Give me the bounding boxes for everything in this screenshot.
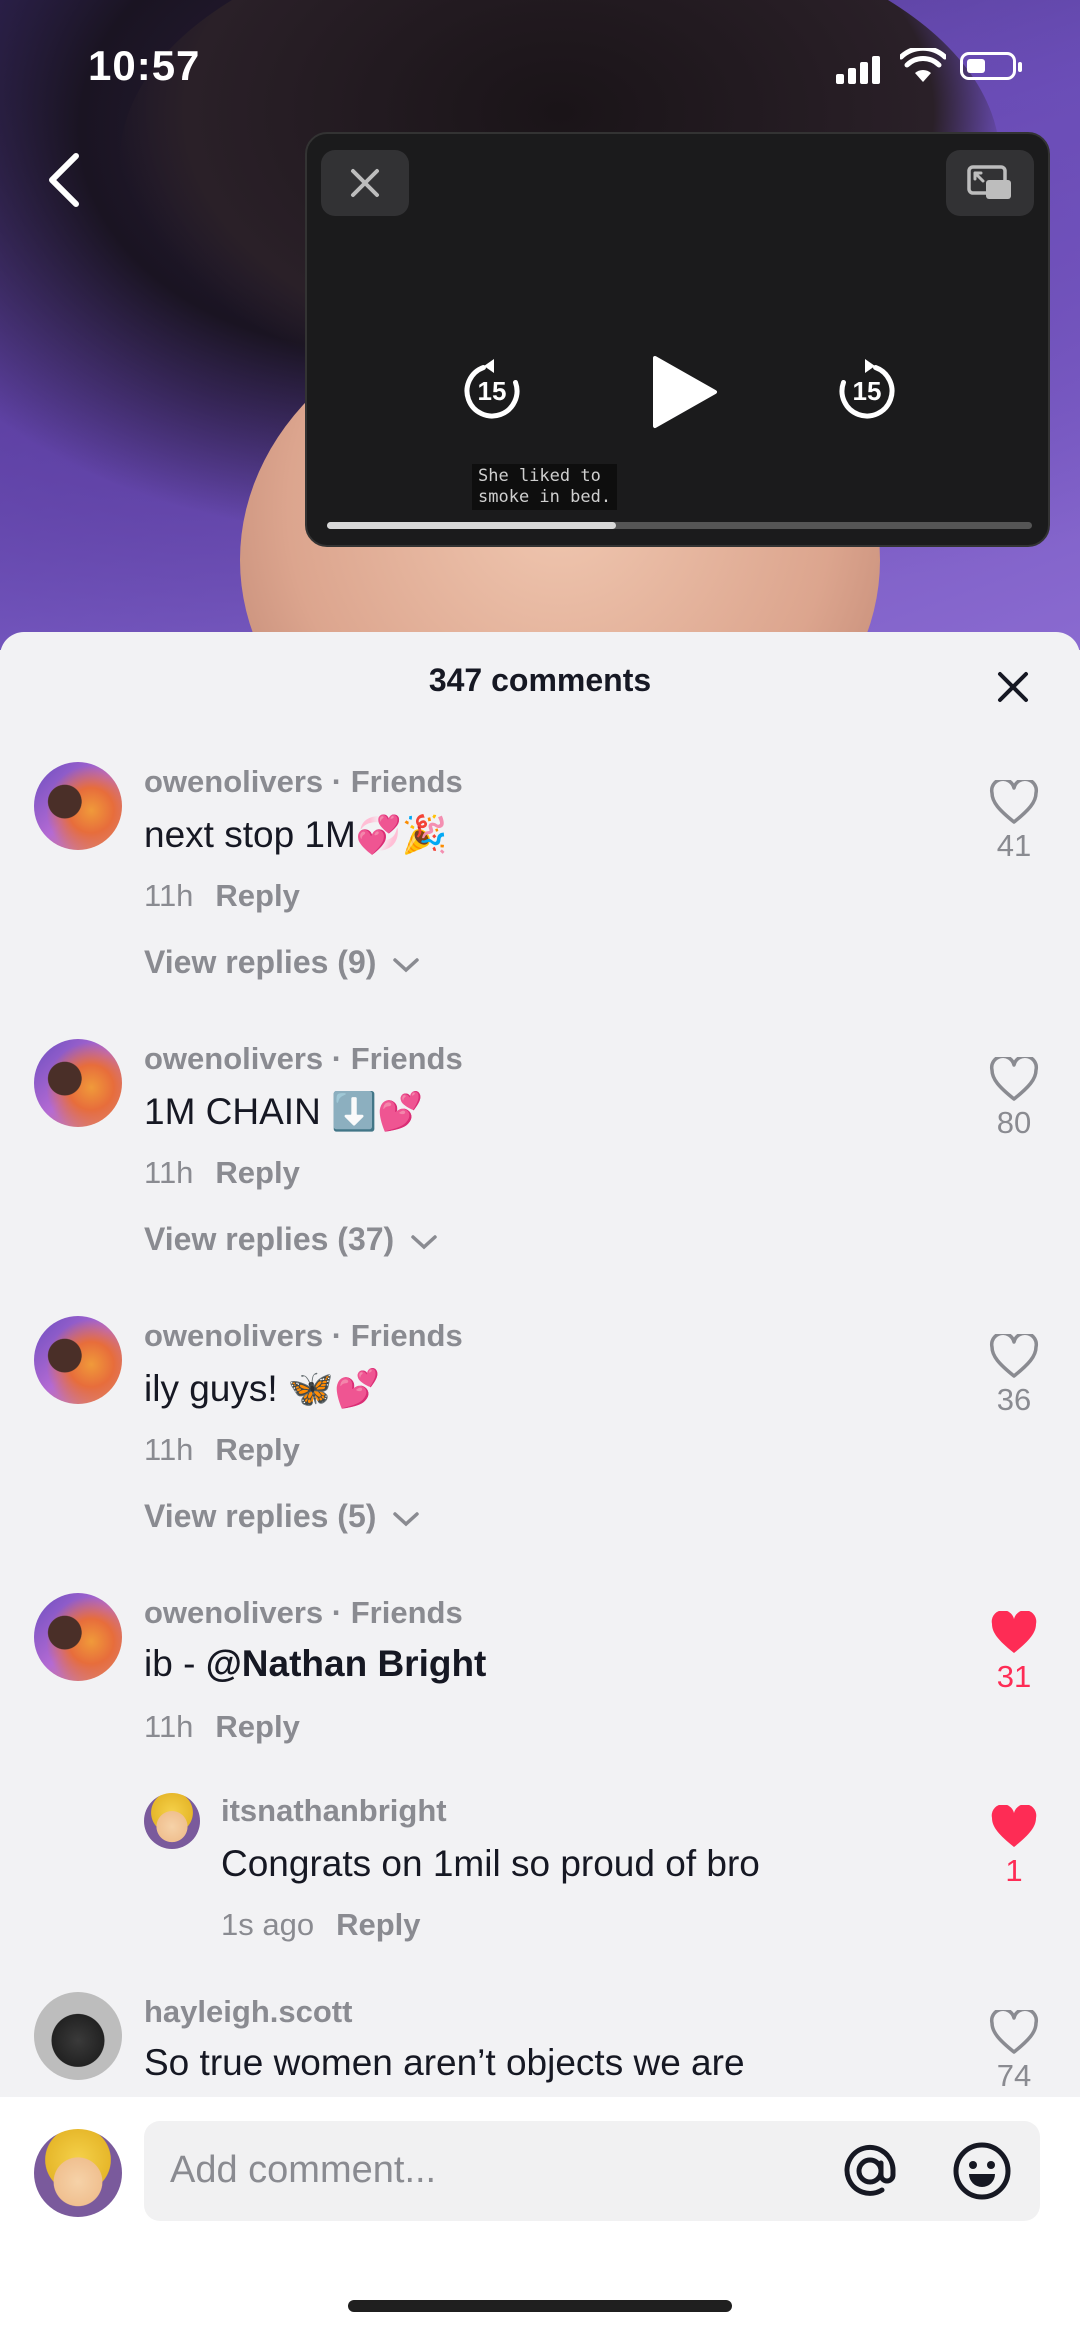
like-count: 1: [1005, 1853, 1023, 1888]
comment-username[interactable]: itsnathanbright: [221, 1793, 447, 1829]
comment-meta: 11h Reply: [144, 1155, 300, 1190]
heart-filled-icon: [991, 1805, 1037, 1847]
comment-username[interactable]: owenolivers · Friends: [144, 1318, 463, 1354]
back-chevron-icon[interactable]: [44, 150, 84, 210]
comment-text: ily guys! 🦋💕: [144, 1368, 381, 1409]
view-replies-button[interactable]: View replies (37): [144, 1221, 439, 1258]
like-count: 80: [996, 1105, 1032, 1140]
view-replies-button[interactable]: View replies (5): [144, 1498, 421, 1535]
comment-text: Congrats on 1mil so proud of bro: [221, 1843, 760, 1884]
like-button[interactable]: 41: [982, 780, 1046, 864]
pip-progress-fill: [327, 522, 617, 529]
like-button[interactable]: 80: [982, 1057, 1046, 1141]
view-replies-button[interactable]: View replies (9): [144, 944, 421, 981]
comment-username[interactable]: hayleigh.scott: [144, 1994, 352, 2030]
like-button[interactable]: 74: [982, 2010, 1046, 2094]
comment-meta: 11h Reply: [144, 1432, 300, 1467]
mention-at-icon[interactable]: [840, 2141, 900, 2201]
reply-button[interactable]: Reply: [215, 1155, 299, 1190]
pip-restore-icon: [967, 165, 1011, 199]
pip-expand-button[interactable]: [946, 150, 1034, 216]
like-button[interactable]: 31: [982, 1611, 1046, 1695]
heart-outline-icon: [989, 1334, 1039, 1378]
home-indicator[interactable]: [348, 2300, 732, 2312]
like-button[interactable]: 36: [982, 1334, 1046, 1418]
comment-meta: 11h Reply: [144, 878, 300, 913]
comment-text: next stop 1M💞🎉: [144, 814, 448, 855]
video-caption: She liked to smoke in bed.: [472, 464, 618, 510]
heart-outline-icon: [989, 1057, 1039, 1101]
my-avatar[interactable]: [34, 2129, 122, 2217]
pip-video-player[interactable]: 15 15 She liked to smoke in bed.: [305, 132, 1050, 547]
forward-seconds-label: 15: [852, 376, 882, 406]
reply-button[interactable]: Reply: [215, 1709, 299, 1744]
pip-progress-bar[interactable]: [327, 522, 1032, 529]
comment-username[interactable]: owenolivers · Friends: [144, 1041, 463, 1077]
like-count: 41: [996, 828, 1032, 863]
battery-icon: [960, 52, 1022, 80]
avatar[interactable]: [34, 762, 122, 850]
chevron-down-icon: [411, 1234, 437, 1249]
comment-username[interactable]: owenolivers · Friends: [144, 1595, 463, 1631]
comment-text: So true women aren’t objects we are: [144, 2042, 745, 2083]
chevron-down-icon: [393, 957, 420, 972]
comment-meta: 1s ago Reply: [221, 1907, 421, 1942]
heart-outline-icon: [989, 780, 1039, 824]
rewind-seconds-label: 15: [477, 376, 507, 406]
comment-text: ib - @Nathan Bright: [144, 1643, 487, 1684]
avatar[interactable]: [34, 1992, 122, 2080]
mention-link[interactable]: @Nathan Bright: [206, 1643, 487, 1684]
play-icon[interactable]: [649, 354, 719, 430]
heart-filled-icon: [991, 1611, 1037, 1653]
rewind-15-button[interactable]: 15: [457, 356, 527, 426]
reply-button[interactable]: Reply: [215, 878, 299, 913]
pip-close-button[interactable]: [321, 150, 409, 216]
close-icon: [351, 169, 379, 197]
emoji-icon[interactable]: [952, 2141, 1012, 2201]
avatar[interactable]: [34, 1593, 122, 1681]
comments-list[interactable]: owenolivers · Friends next stop 1M💞🎉 11h…: [0, 632, 1080, 2097]
heart-outline-icon: [989, 2010, 1039, 2054]
avatar[interactable]: [34, 1316, 122, 1404]
add-comment-input[interactable]: Add comment...: [144, 2121, 1040, 2221]
avatar[interactable]: [144, 1793, 200, 1849]
status-bar: 10:57: [0, 0, 1080, 130]
reply-button[interactable]: Reply: [336, 1907, 420, 1942]
cellular-signal-icon: [836, 56, 884, 84]
avatar[interactable]: [34, 1039, 122, 1127]
comment-meta: 11h Reply: [144, 1709, 300, 1744]
like-count: 36: [996, 1382, 1032, 1417]
add-comment-placeholder: Add comment...: [170, 2149, 437, 2191]
wifi-icon: [900, 48, 946, 82]
forward-15-button[interactable]: 15: [832, 356, 902, 426]
comment-text: 1M CHAIN ⬇️💕: [144, 1091, 424, 1132]
chevron-down-icon: [393, 1511, 420, 1526]
like-count: 74: [996, 2058, 1032, 2093]
comment-username[interactable]: owenolivers · Friends: [144, 764, 463, 800]
status-time: 10:57: [88, 42, 201, 89]
comments-sheet: 347 comments owenolivers · Friends next …: [0, 632, 1080, 2337]
like-count: 31: [996, 1659, 1032, 1694]
like-button[interactable]: 1: [982, 1805, 1046, 1889]
reply-button[interactable]: Reply: [215, 1432, 299, 1467]
